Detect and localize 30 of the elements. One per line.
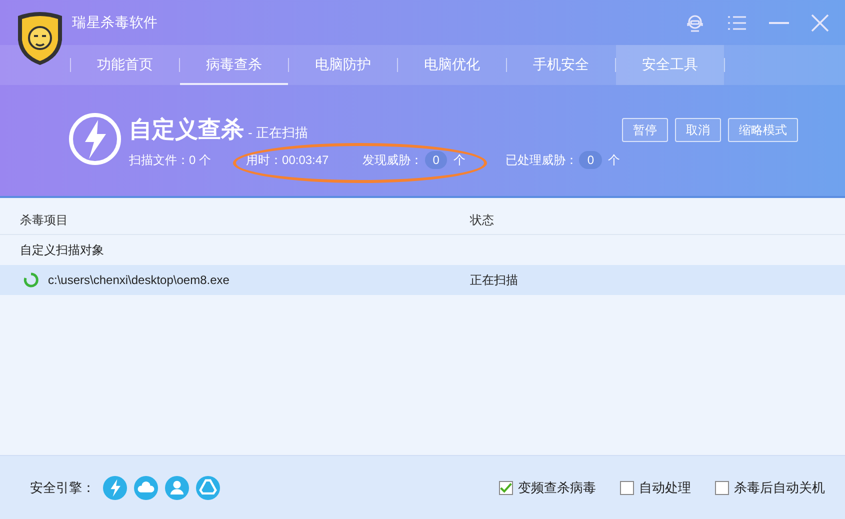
scan-subtitle: - 正在扫描 bbox=[248, 124, 308, 142]
option-label: 杀毒后自动关机 bbox=[734, 478, 825, 497]
unit-label: 个 bbox=[453, 152, 466, 168]
nav-tab[interactable]: 电脑防护 bbox=[289, 45, 397, 85]
option-label: 变频查杀病毒 bbox=[518, 478, 596, 497]
group-label: 自定义扫描对象 bbox=[20, 242, 104, 259]
option-label: 自动处理 bbox=[639, 478, 691, 497]
count-badge: 0 bbox=[579, 150, 602, 168]
stat-label: 扫描文件：0 个 bbox=[129, 152, 212, 168]
engine-label: 安全引擎： bbox=[30, 478, 95, 497]
nav-tab[interactable]: 电脑优化 bbox=[398, 45, 506, 85]
action-button[interactable]: 取消 bbox=[675, 118, 721, 142]
status-cell-text: 正在扫描 bbox=[470, 272, 518, 289]
scan-title: 自定义查杀 bbox=[129, 115, 244, 144]
column-header: 杀毒项目 bbox=[20, 212, 69, 228]
nav-tab[interactable]: 病毒查杀 bbox=[180, 45, 288, 85]
stat-label: 发现威胁： bbox=[362, 152, 423, 168]
unit-label: 个 bbox=[608, 152, 620, 168]
column-header: 状态 bbox=[470, 212, 494, 228]
file-path: c:\users\chenxi\desktop\oem8.exe bbox=[48, 272, 230, 289]
stat-label: 用时：00:03:47 bbox=[246, 152, 329, 168]
stat-label: 已处理威胁： bbox=[505, 152, 578, 168]
nav-tab[interactable]: 安全工具 bbox=[616, 45, 724, 85]
action-button[interactable]: 暂停 bbox=[622, 118, 668, 142]
nav-tab[interactable]: 功能首页 bbox=[71, 45, 179, 85]
count-badge: 0 bbox=[424, 150, 448, 168]
table-row[interactable]: c:\users\chenxi\desktop\oem8.exe 正在扫描 bbox=[0, 265, 845, 295]
action-button[interactable]: 缩略模式 bbox=[728, 118, 798, 142]
window-title: 瑞星杀毒软件 bbox=[72, 13, 158, 32]
nav-tab[interactable]: 手机安全 bbox=[507, 45, 615, 85]
